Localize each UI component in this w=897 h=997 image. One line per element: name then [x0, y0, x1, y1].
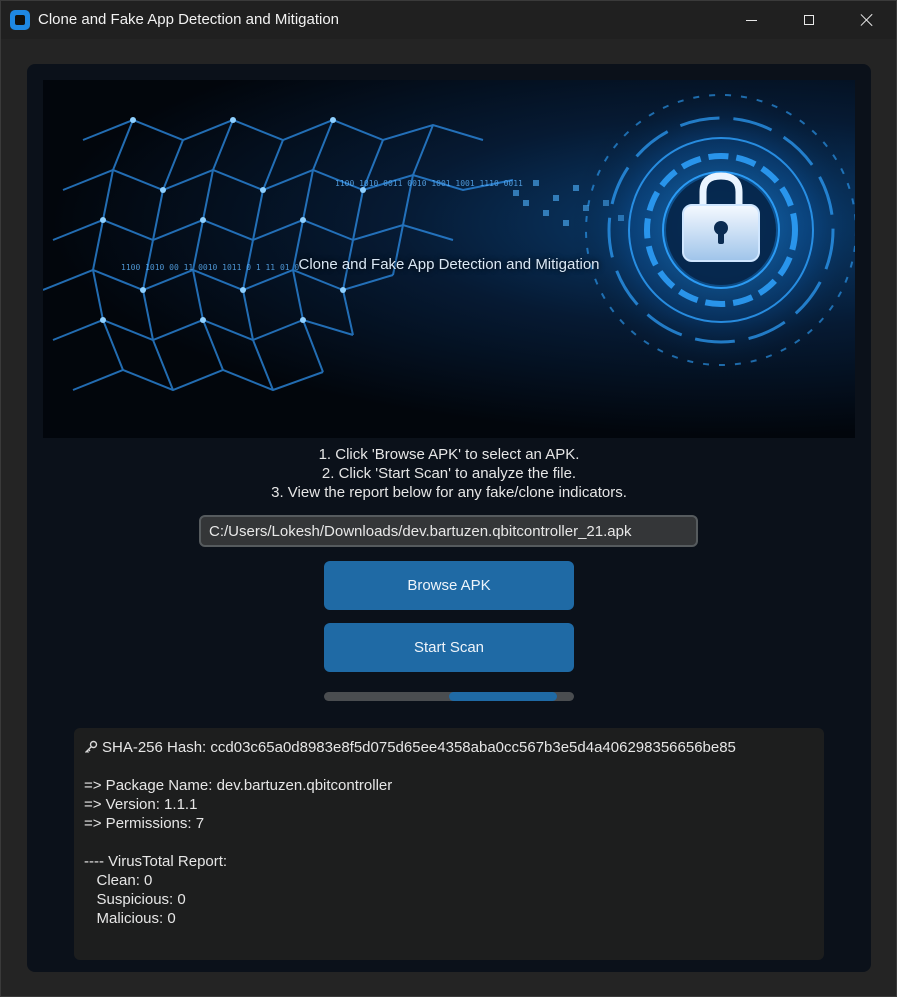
- instructions: 1. Click 'Browse APK' to select an APK. …: [27, 445, 871, 502]
- scan-progress-bar: [324, 692, 574, 701]
- start-scan-button[interactable]: Start Scan: [324, 623, 574, 672]
- report-line: [84, 757, 814, 776]
- key-icon: [85, 740, 98, 753]
- window-title: Clone and Fake App Detection and Mitigat…: [38, 11, 340, 28]
- close-icon: [860, 13, 874, 27]
- svg-text:1100 1010 0011 0010 1001 1001: 1100 1010 0011 0010 1001 1001 1110 0011: [335, 179, 523, 188]
- instruction-step-1: 1. Click 'Browse APK' to select an APK.: [318, 446, 580, 463]
- instruction-step-2: 2. Click 'Start Scan' to analyze the fil…: [321, 465, 577, 482]
- maximize-icon: [804, 15, 814, 25]
- report-line-version: => Version: 1.1.1: [84, 796, 198, 813]
- browse-apk-button[interactable]: Browse APK: [324, 561, 574, 610]
- instruction-step-3: 3. View the report below for any fake/cl…: [271, 484, 627, 501]
- app-window: Clone and Fake App Detection and Mitigat…: [0, 0, 897, 997]
- report-line-hash: SHA-256 Hash: ccd03c65a0d8983e8f5d075d65…: [84, 738, 814, 757]
- progress-fill: [449, 692, 557, 701]
- report-line-suspicious: Suspicious: 0: [84, 891, 186, 908]
- app-icon: [10, 10, 30, 30]
- close-button[interactable]: [838, 1, 896, 39]
- report-hash-text: SHA-256 Hash: ccd03c65a0d8983e8f5d075d65…: [102, 739, 736, 756]
- report-textbox[interactable]: SHA-256 Hash: ccd03c65a0d8983e8f5d075d65…: [74, 728, 824, 960]
- report-line-package: => Package Name: dev.bartuzen.qbitcontro…: [84, 777, 393, 794]
- report-line-virustotal: ---- VirusTotal Report:: [84, 853, 228, 870]
- minimize-icon: [745, 19, 757, 21]
- banner-image: 1100 1010 0011 0010 1001 1001 1110 0011 …: [43, 80, 855, 438]
- report-line-clean: Clean: 0: [84, 872, 153, 889]
- report-line-malicious: Malicious: 0: [84, 910, 176, 927]
- minimize-button[interactable]: [722, 1, 780, 39]
- banner-caption: Clone and Fake App Detection and Mitigat…: [298, 256, 600, 273]
- report-line-permissions: => Permissions: 7: [84, 815, 205, 832]
- main-frame: 1100 1010 0011 0010 1001 1001 1110 0011 …: [27, 64, 871, 972]
- report-line: [84, 833, 814, 852]
- apk-path-input[interactable]: [199, 515, 698, 547]
- maximize-button[interactable]: [780, 1, 838, 39]
- title-bar[interactable]: Clone and Fake App Detection and Mitigat…: [1, 1, 896, 39]
